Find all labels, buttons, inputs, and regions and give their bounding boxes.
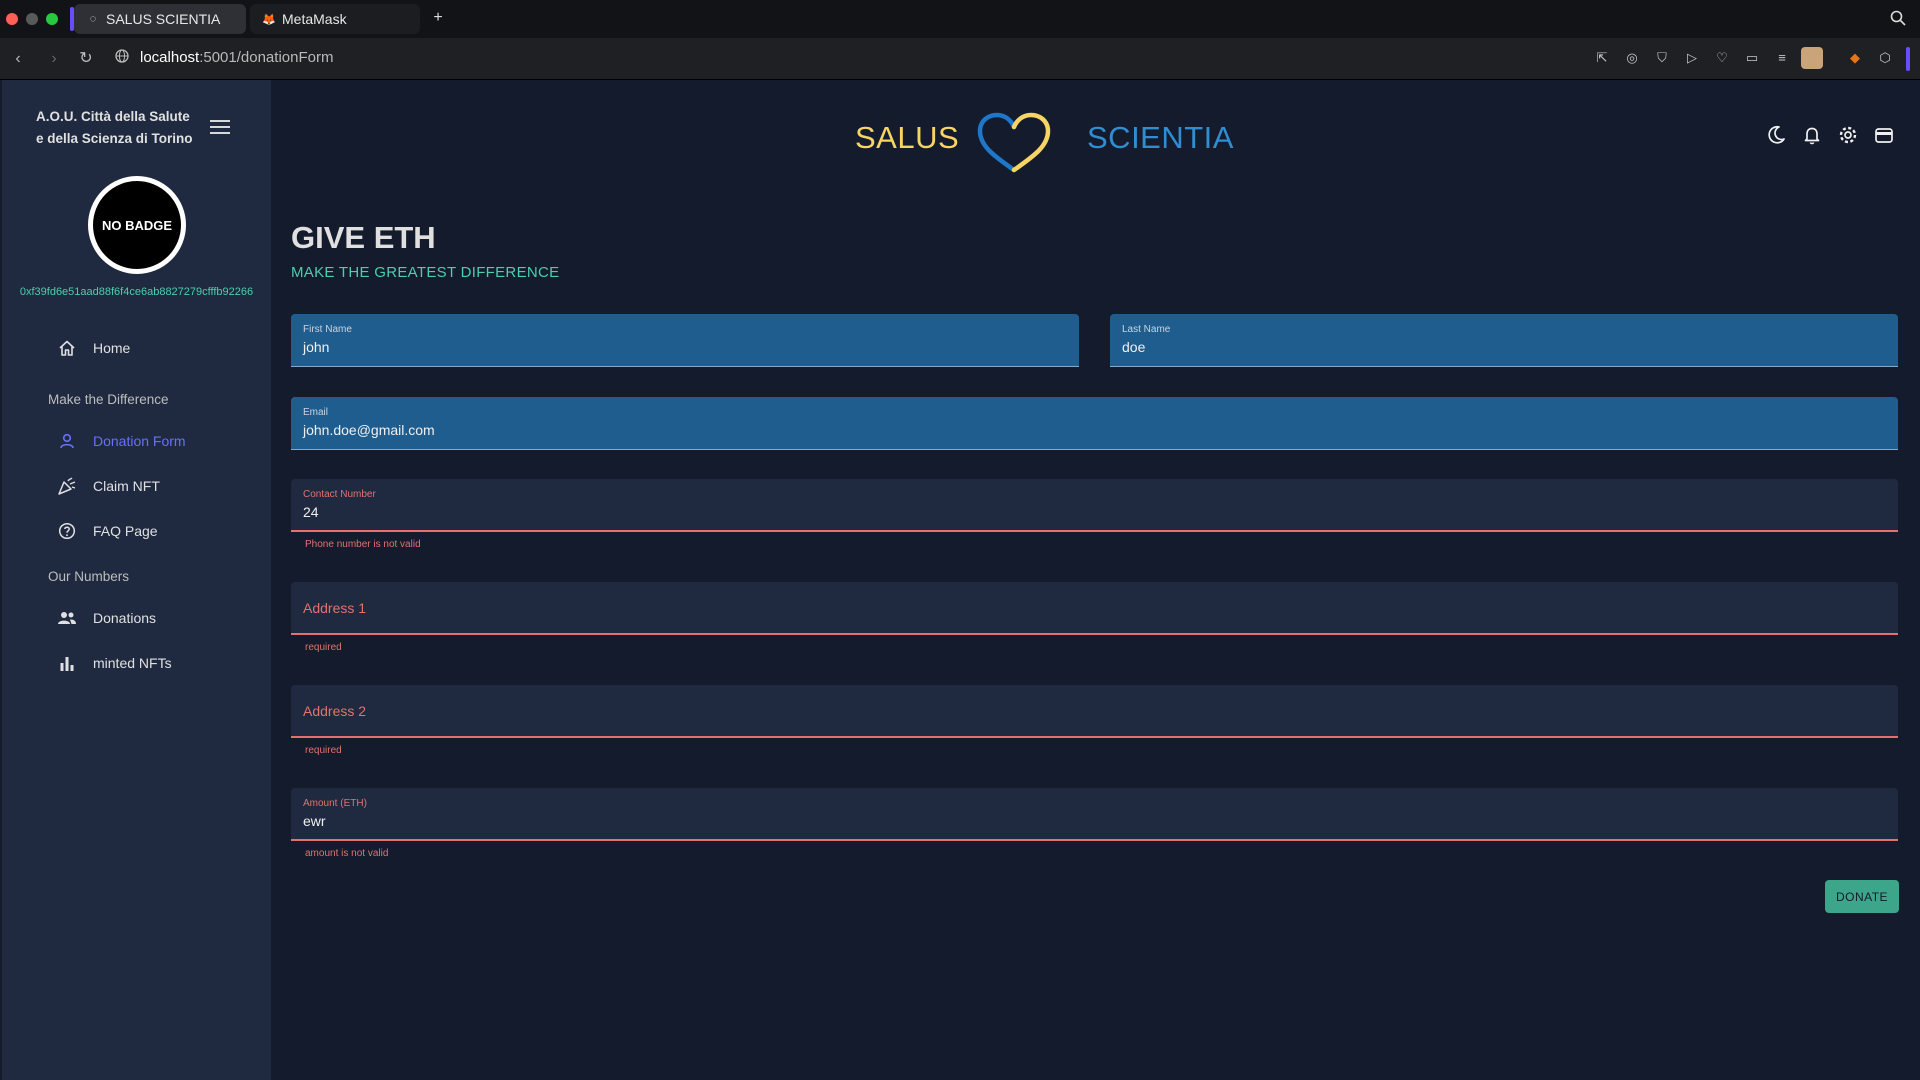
shield-icon[interactable]: ⛉ [1654, 50, 1670, 66]
address1-placeholder: Address 1 [303, 600, 367, 616]
contact-number-value: 24 [303, 504, 319, 520]
sidebar-item-minted-nfts[interactable]: minted NFTs [56, 651, 172, 675]
tab-title: MetaMask [282, 11, 347, 27]
new-tab-button[interactable]: + [430, 10, 446, 26]
hamburger-menu-icon[interactable] [210, 120, 230, 136]
email-label: Email [303, 407, 329, 418]
person-icon [56, 430, 78, 452]
tab-metamask[interactable]: 🦊 MetaMask [250, 4, 420, 34]
address2-field[interactable]: Address 2 [291, 685, 1898, 738]
email-field[interactable]: Email john.doe@gmail.com [291, 397, 1898, 450]
amount-error: amount is not valid [305, 848, 389, 859]
sidebar-item-home[interactable]: Home [56, 336, 130, 360]
wallet-address: 0xf39fd6e51aad88f6f4ce6ab8827279cfffb922… [19, 286, 254, 298]
minimize-window-button[interactable] [26, 13, 38, 25]
amount-field[interactable]: Amount (ETH) ewr [291, 788, 1898, 841]
address1-error: required [305, 642, 342, 653]
sidebar-item-faq[interactable]: FAQ Page [56, 519, 158, 543]
bar-chart-icon [56, 652, 78, 674]
main-content: SALUS SCIENTIA GIVE ETH MAKE THE GREATES… [271, 80, 1920, 1080]
contact-number-error: Phone number is not valid [305, 539, 421, 550]
dark-mode-icon[interactable] [1765, 124, 1787, 146]
last-name-label: Last Name [1122, 324, 1171, 335]
cube-icon[interactable]: ⬡ [1877, 50, 1893, 66]
metamask-extension-icon[interactable]: ◆ [1847, 50, 1863, 66]
address1-field[interactable]: Address 1 [291, 582, 1898, 635]
tab-title: SALUS SCIENTIA [106, 11, 221, 27]
tab-salus-scientia[interactable]: ◌ SALUS SCIENTIA [70, 4, 246, 34]
notifications-icon[interactable] [1801, 124, 1823, 146]
amount-label: Amount (ETH) [303, 798, 367, 809]
donate-button[interactable]: DONATE [1825, 880, 1899, 913]
camera-icon[interactable]: ◎ [1624, 50, 1640, 66]
profile-avatar[interactable] [1801, 47, 1823, 69]
heart-icon[interactable]: ♡ [1714, 50, 1730, 66]
browser-tab-bar: ◌ SALUS SCIENTIA 🦊 MetaMask + [0, 0, 1920, 38]
wallet-card-icon[interactable] [1873, 124, 1895, 146]
section-label-make-difference: Make the Difference [48, 392, 169, 407]
contact-number-label: Contact Number [303, 489, 376, 500]
email-value: john.doe@gmail.com [303, 422, 435, 438]
url-field[interactable]: localhost:5001/donationForm [140, 49, 333, 66]
heart-logo-icon [976, 112, 1052, 176]
sidebar: A.O.U. Città della Salute e della Scienz… [2, 80, 271, 1080]
forward-button[interactable]: › [44, 49, 64, 69]
no-badge-avatar: NO BADGE [88, 176, 186, 274]
page-title: GIVE ETH [291, 220, 436, 255]
reload-button[interactable]: ↻ [76, 49, 96, 69]
people-icon [56, 607, 78, 629]
organization-name: A.O.U. Città della Salute e della Scienz… [36, 109, 193, 146]
address2-placeholder: Address 2 [303, 703, 367, 719]
menu-lines-icon[interactable]: ≡ [1774, 50, 1790, 66]
page-subtitle: MAKE THE GREATEST DIFFERENCE [291, 264, 560, 281]
app-root: A.O.U. Città della Salute e della Scienz… [0, 80, 1920, 1080]
brand-scientia: SCIENTIA [1087, 120, 1234, 155]
sidebar-item-donations[interactable]: Donations [56, 606, 156, 630]
site-info-icon[interactable] [112, 49, 132, 69]
celebration-icon [56, 475, 78, 497]
help-circle-icon [56, 520, 78, 542]
address2-error: required [305, 745, 342, 756]
search-tabs-icon[interactable] [1890, 10, 1906, 31]
brand-salus: SALUS [855, 120, 960, 155]
sidebar-toggle-accent [1906, 47, 1910, 71]
close-window-button[interactable] [6, 13, 18, 25]
amount-value: ewr [303, 813, 326, 829]
last-name-field[interactable]: Last Name doe [1110, 314, 1898, 367]
last-name-value: doe [1122, 339, 1146, 355]
spinner-icon: ◌ [89, 13, 97, 25]
back-button[interactable]: ‹ [8, 49, 28, 69]
share-icon[interactable]: ⇱ [1594, 50, 1610, 66]
wallet-icon[interactable]: ▭ [1744, 50, 1760, 66]
home-icon [56, 337, 78, 359]
settings-gear-icon[interactable] [1837, 124, 1859, 146]
maximize-window-button[interactable] [46, 13, 58, 25]
metamask-fox-icon: 🦊 [262, 13, 276, 26]
contact-number-field[interactable]: Contact Number 24 [291, 479, 1898, 532]
sidebar-item-claim-nft[interactable]: Claim NFT [56, 474, 160, 498]
first-name-value: john [303, 339, 330, 355]
first-name-label: First Name [303, 324, 352, 335]
section-label-our-numbers: Our Numbers [48, 569, 130, 584]
first-name-field[interactable]: First Name john [291, 314, 1079, 367]
play-icon[interactable]: ▷ [1684, 50, 1700, 66]
sidebar-item-donation-form[interactable]: Donation Form [56, 429, 186, 453]
